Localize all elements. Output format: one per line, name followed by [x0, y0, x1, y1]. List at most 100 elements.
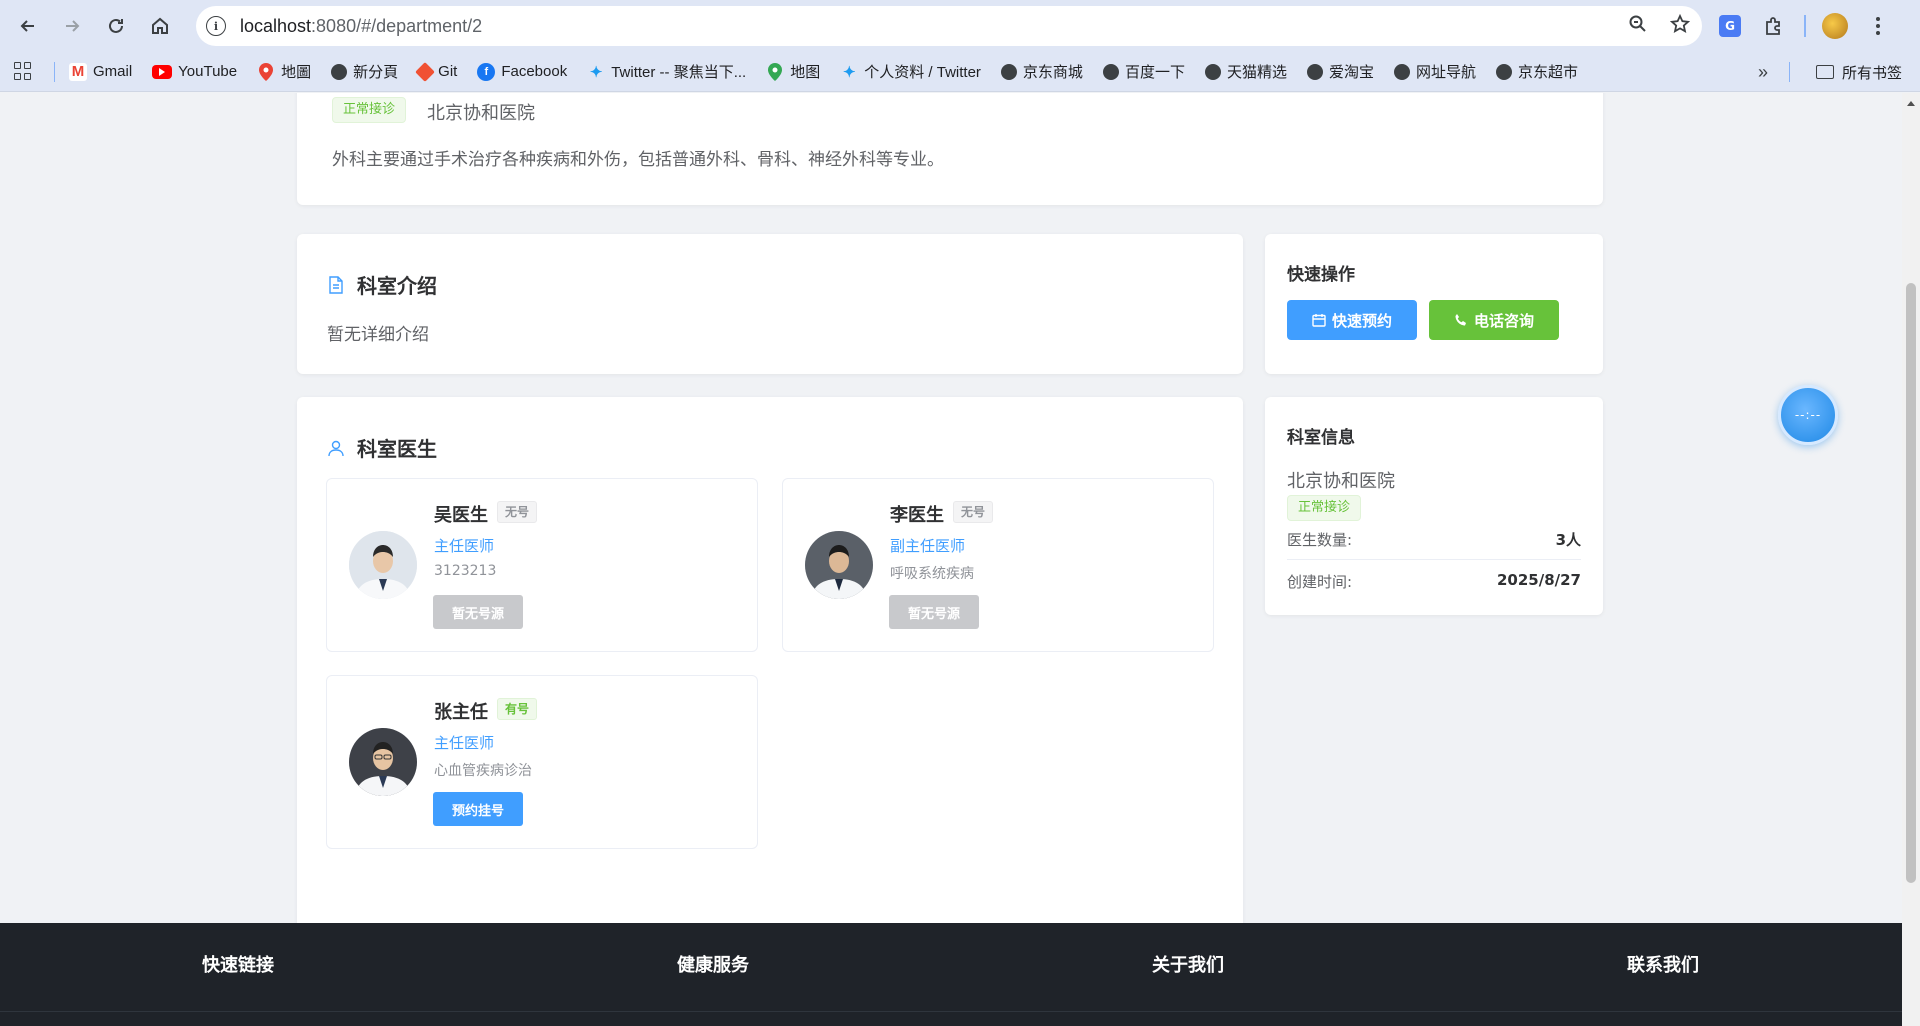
- no-slots-button[interactable]: 暂无号源: [889, 595, 979, 629]
- site-info-icon[interactable]: i: [206, 16, 226, 36]
- hospital-name: 北京协和医院: [1287, 471, 1395, 492]
- quick-booking-label: 快速预约: [1331, 311, 1392, 330]
- bookmark-label: 地图: [790, 64, 821, 81]
- bookmark-label: Facebook: [501, 63, 568, 80]
- doctor-specialty: 心血管疾病诊治: [434, 763, 532, 779]
- intro-text: 暂无详细介绍: [327, 325, 429, 345]
- footer-contact-us: 联系我们: [1627, 955, 1699, 976]
- doctor-name: 张主任: [434, 702, 488, 723]
- bookmarks-bar: M Gmail YouTube 地圖 新分頁 Git f Facebook ✦ Twi…: [0, 52, 1920, 92]
- intro-title-text: 科室介绍: [357, 274, 437, 298]
- page-viewport: 正常接诊 北京协和医院 外科主要通过手术治疗各种疾病和外伤，包括普通外科、骨科、…: [0, 93, 1902, 1026]
- doctor-specialty: 3123213: [434, 563, 497, 579]
- bookmark-label: 网址导航: [1415, 64, 1476, 81]
- document-icon: [329, 275, 343, 294]
- url-path: :8080/#/department/2: [311, 15, 483, 36]
- footer-about-us: 关于我们: [1152, 955, 1224, 976]
- translate-extension-icon[interactable]: G: [1716, 12, 1744, 40]
- maps-icon: [766, 62, 784, 81]
- bookmark-label: Gmail: [93, 63, 133, 80]
- doctors-card: 科室医生 吴医生 无号 主任医师 3123213 暂无号源 李医生 无号 副主任…: [297, 397, 1243, 971]
- doctor-name: 李医生: [890, 505, 944, 526]
- doctor-title: 主任医师: [434, 537, 495, 555]
- scrollbar-thumb[interactable]: [1906, 283, 1916, 883]
- reload-icon[interactable]: [96, 6, 136, 46]
- twitter-icon: ✦: [842, 63, 856, 81]
- folder-label: 所有书签: [1841, 64, 1902, 82]
- no-slots-button[interactable]: 暂无号源: [433, 595, 523, 629]
- created-time-row: 创建时间: 2025/8/27: [1287, 571, 1581, 592]
- bookmarks-overflow-icon[interactable]: »: [1758, 62, 1768, 83]
- bookmark-tmall[interactable]: 天猫精选: [1204, 61, 1287, 82]
- bookmark-label: YouTube: [178, 63, 238, 80]
- extensions-puzzle-icon[interactable]: [1760, 12, 1788, 40]
- department-intro-card: 科室介绍 暂无详细介绍: [297, 234, 1243, 374]
- bookmark-aitaobao[interactable]: 爱淘宝: [1306, 61, 1374, 82]
- doctor-count-row: 医生数量: 3人: [1287, 529, 1581, 550]
- doctor-avatar: [805, 531, 873, 599]
- quick-actions-title: 快速操作: [1287, 265, 1355, 285]
- bookmarks-divider: [54, 61, 55, 82]
- bookmark-baidu[interactable]: 百度一下: [1102, 61, 1185, 82]
- phone-consult-label: 电话咨询: [1473, 311, 1534, 330]
- folder-icon: [1815, 65, 1834, 79]
- browser-menu-icon[interactable]: [1864, 12, 1892, 40]
- apps-grid-icon[interactable]: [14, 61, 34, 82]
- department-info-card: 科室信息 北京协和医院 正常接诊 医生数量: 3人 创建时间: 2025/8/2…: [1265, 397, 1603, 615]
- address-bar[interactable]: i localhost:8080/#/department/2: [196, 6, 1702, 46]
- doctor-name: 吴医生: [434, 505, 488, 526]
- doctor-card[interactable]: 李医生 无号 副主任医师 呼吸系统疾病 暂无号源: [782, 478, 1214, 652]
- home-icon[interactable]: [140, 6, 180, 46]
- doctor-count-value: 3人: [1555, 531, 1581, 549]
- bookmark-maps[interactable]: 地圖: [257, 61, 311, 82]
- created-time-label: 创建时间:: [1287, 573, 1353, 591]
- doctor-title: 主任医师: [434, 734, 495, 752]
- bookmark-label: 京东超市: [1518, 64, 1579, 81]
- bookmark-jd-market[interactable]: 京东超市: [1496, 61, 1578, 82]
- toolbar-separator: [1804, 15, 1806, 37]
- bookmark-map-2[interactable]: 地图: [766, 61, 820, 82]
- footer-health-services: 健康服务: [677, 955, 749, 976]
- bookmark-nav[interactable]: 网址导航: [1393, 61, 1476, 82]
- globe-icon: [1204, 63, 1221, 80]
- bookmark-facebook[interactable]: f Facebook: [477, 62, 568, 81]
- all-bookmarks-folder[interactable]: 所有书签: [1815, 52, 1902, 92]
- globe-icon: [1393, 63, 1410, 80]
- phone-consult-button[interactable]: 电话咨询: [1429, 300, 1559, 340]
- info-divider: [1287, 559, 1581, 560]
- forward-icon[interactable]: [52, 6, 92, 46]
- bookmark-gmail[interactable]: M Gmail: [69, 62, 133, 81]
- doctor-card[interactable]: 张主任 有号 主任医师 心血管疾病诊治 预约挂号: [326, 675, 758, 849]
- doctor-card[interactable]: 吴医生 无号 主任医师 3123213 暂无号源: [326, 478, 758, 652]
- bookmark-star-icon[interactable]: [1669, 13, 1691, 38]
- quick-booking-button[interactable]: 快速预约: [1287, 300, 1417, 340]
- footer-quick-links: 快速链接: [202, 955, 274, 976]
- doctor-avatar: [349, 728, 417, 796]
- availability-badge: 无号: [497, 501, 538, 523]
- user-icon: [328, 440, 344, 456]
- status-badge: 正常接诊: [1287, 495, 1362, 521]
- bookmark-youtube[interactable]: YouTube: [152, 63, 237, 80]
- gmail-icon: M: [69, 62, 87, 81]
- book-appointment-button[interactable]: 预约挂号: [433, 792, 523, 826]
- twitter-icon: ✦: [589, 63, 603, 81]
- bookmark-twitter-profile[interactable]: ✦ 个人资料 / Twitter: [840, 61, 981, 82]
- scroll-up-icon[interactable]: [1907, 101, 1915, 106]
- bookmark-label: 爱淘宝: [1328, 64, 1374, 81]
- bookmark-label: 地圖: [281, 64, 312, 81]
- facebook-icon: f: [477, 62, 496, 81]
- profile-avatar[interactable]: [1822, 13, 1848, 39]
- bookmarks-divider: [1789, 62, 1790, 82]
- doctor-specialty: 呼吸系统疾病: [890, 566, 974, 582]
- page-scrollbar[interactable]: [1902, 93, 1920, 1026]
- created-time-value: 2025/8/27: [1496, 571, 1581, 589]
- bookmark-git[interactable]: Git: [415, 61, 457, 82]
- bookmark-new-tab[interactable]: 新分頁: [331, 61, 398, 82]
- floating-clock-widget[interactable]: --:--: [1778, 385, 1838, 445]
- url-text[interactable]: localhost:8080/#/department/2: [240, 16, 482, 37]
- bookmark-twitter[interactable]: ✦ Twitter -- 聚焦当下...: [587, 61, 746, 82]
- intro-section-title: 科室介绍: [327, 270, 437, 299]
- back-icon[interactable]: [8, 6, 48, 46]
- zoom-icon[interactable]: [1628, 14, 1648, 38]
- bookmark-jd[interactable]: 京东商城: [1000, 61, 1083, 82]
